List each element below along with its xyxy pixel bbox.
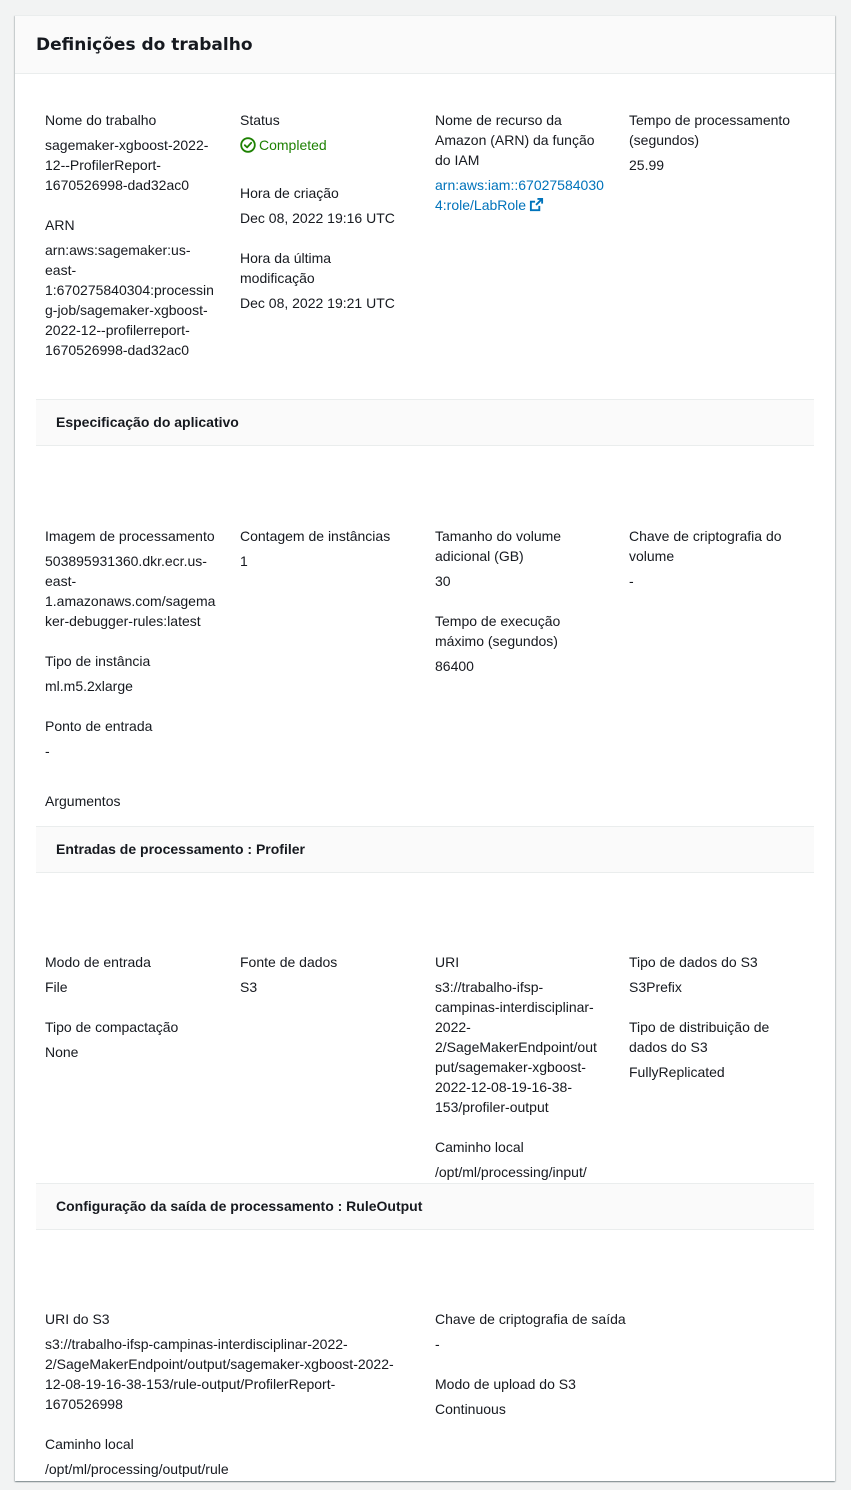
upload-mode-label: Modo de upload do S3 xyxy=(435,1376,576,1392)
input-local-path-label: Caminho local xyxy=(435,1139,524,1155)
output-local-path-label: Caminho local xyxy=(45,1436,134,1452)
uri-label: URI xyxy=(435,954,460,970)
compression-value: None xyxy=(45,1044,79,1060)
arn-value: arn:aws:sagemaker:us- east- 1:6702758403… xyxy=(45,242,214,358)
job-name-value: sagemaker-xgboost-2022- 12--ProfilerRepo… xyxy=(45,137,209,193)
inputs-title: Entradas de processamento : Profiler xyxy=(56,841,305,857)
inputs-col-2: Fonte de dados S3 xyxy=(240,952,420,997)
panel-title: Definições do trabalho xyxy=(36,35,253,55)
instance-type-label: Tipo de instância xyxy=(45,653,151,669)
app-col-3: Tamanho do volume adicional (GB) 30 Temp… xyxy=(435,526,615,676)
distribution-value: FullyReplicated xyxy=(629,1064,725,1080)
status-value: Completed xyxy=(240,135,420,158)
created-value: Dec 08, 2022 19:16 UTC xyxy=(240,210,395,226)
input-mode-value: File xyxy=(45,979,68,995)
output-title: Configuração da saída de processamento :… xyxy=(56,1198,423,1214)
modified-value: Dec 08, 2022 19:21 UTC xyxy=(240,295,395,311)
app-col-4: Chave de criptografia do volume - xyxy=(629,526,819,591)
job-name-label: Nome do trabalho xyxy=(45,112,157,128)
volume-size-value: 30 xyxy=(435,573,451,589)
instance-count-label: Contagem de instâncias xyxy=(240,528,391,544)
processing-time-value: 25.99 xyxy=(629,157,665,173)
output-header: Configuração da saída de processamento :… xyxy=(36,1183,814,1230)
processing-time-label: Tempo de processamento (segundos) xyxy=(629,112,791,148)
status-text: Completed xyxy=(259,137,327,153)
instance-type-value: ml.m5.2xlarge xyxy=(45,678,133,694)
job-col-3: Nome de recurso da Amazon (ARN) da funçã… xyxy=(435,110,615,215)
entrypoint-value: - xyxy=(45,743,50,759)
uri-value: s3://trabalho-ifsp- campinas-interdiscip… xyxy=(435,979,597,1115)
volume-key-label: Chave de criptografia do volume xyxy=(629,528,782,564)
distribution-label: Tipo de distribuição de dados do S3 xyxy=(629,1019,770,1055)
inputs-header: Entradas de processamento : Profiler xyxy=(36,826,814,873)
data-source-label: Fonte de dados xyxy=(240,954,338,970)
output-local-path-value: /opt/ml/processing/output/rule xyxy=(45,1461,229,1477)
app-col-2: Contagem de instâncias 1 xyxy=(240,526,420,571)
max-runtime-label: Tempo de execução máximo (segundos) xyxy=(435,613,561,649)
image-label: Imagem de processamento xyxy=(45,528,215,544)
app-spec-header: Especificação do aplicativo xyxy=(36,399,814,446)
check-circle-icon xyxy=(240,137,256,153)
iam-role-link[interactable]: arn:aws:iam::67027584030 4:role/LabRole xyxy=(435,175,615,215)
iam-role-label: Nome de recurso da Amazon (ARN) da funçã… xyxy=(435,112,595,168)
volume-size-label: Tamanho do volume adicional (GB) xyxy=(435,528,562,564)
arguments-label: Argumentos xyxy=(45,793,121,809)
data-source-value: S3 xyxy=(240,979,258,995)
app-col-1: Imagem de processamento 503895931360.dkr… xyxy=(45,526,225,836)
job-col-4: Tempo de processamento (segundos) 25.99 xyxy=(629,110,819,175)
modified-label: Hora da última modificação xyxy=(240,250,332,286)
app-spec-title: Especificação do aplicativo xyxy=(56,414,239,430)
max-runtime-value: 86400 xyxy=(435,658,474,674)
panel-header: Definições do trabalho xyxy=(15,16,835,74)
image-value: 503895931360.dkr.ecr.us- east- 1.amazona… xyxy=(45,553,216,629)
created-label: Hora de criação xyxy=(240,185,339,201)
job-definition-panel: Definições do trabalho Nome do trabalho … xyxy=(15,15,835,1481)
s3-uri-value: s3://trabalho-ifsp-campinas-interdiscipl… xyxy=(45,1336,394,1412)
inputs-col-4: Tipo de dados do S3 S3Prefix Tipo de dis… xyxy=(629,952,819,1082)
arn-label: ARN xyxy=(45,217,75,233)
output-col-2: Chave de criptografia de saída - Modo de… xyxy=(435,1309,815,1419)
status-indicator: Completed xyxy=(240,135,327,155)
output-key-label: Chave de criptografia de saída xyxy=(435,1311,626,1327)
upload-mode-value: Continuous xyxy=(435,1401,506,1417)
job-col-1: Nome do trabalho sagemaker-xgboost-2022-… xyxy=(45,110,225,360)
status-label: Status xyxy=(240,112,280,128)
volume-key-value: - xyxy=(629,573,634,589)
input-mode-label: Modo de entrada xyxy=(45,954,151,970)
output-col-1: URI do S3 s3://trabalho-ifsp-campinas-in… xyxy=(45,1309,425,1479)
external-link-icon[interactable] xyxy=(529,197,544,212)
compression-label: Tipo de compactação xyxy=(45,1019,179,1035)
inputs-col-3: URI s3://trabalho-ifsp- campinas-interdi… xyxy=(435,952,615,1202)
s3-data-type-label: Tipo de dados do S3 xyxy=(629,954,758,970)
inputs-col-1: Modo de entrada File Tipo de compactação… xyxy=(45,952,225,1062)
output-key-value: - xyxy=(435,1336,440,1352)
s3-uri-label: URI do S3 xyxy=(45,1311,110,1327)
s3-data-type-value: S3Prefix xyxy=(629,979,682,995)
entrypoint-label: Ponto de entrada xyxy=(45,718,153,734)
job-col-2: Status Completed Hora de criação Dec 08,… xyxy=(240,110,420,313)
instance-count-value: 1 xyxy=(240,553,248,569)
